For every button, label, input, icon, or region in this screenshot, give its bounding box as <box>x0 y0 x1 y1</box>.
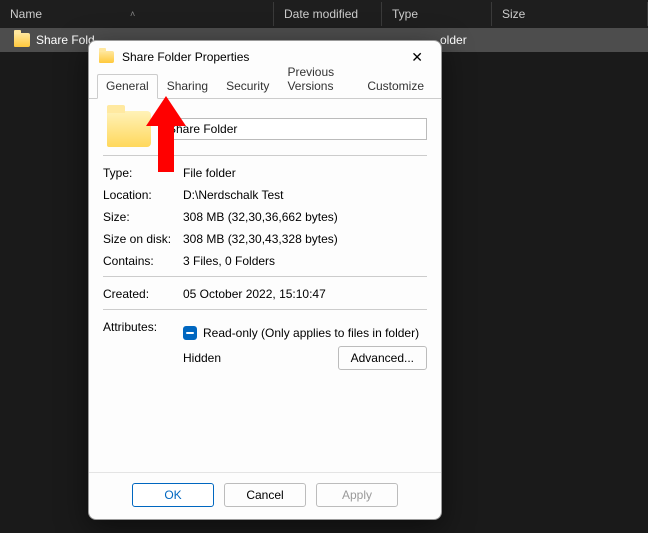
column-date[interactable]: Date modified <box>274 2 382 26</box>
value-location: D:\Nerdschalk Test <box>183 188 427 202</box>
sort-caret-icon: ˄ <box>130 9 135 19</box>
label-contains: Contains: <box>103 254 183 268</box>
column-size-label: Size <box>502 7 525 21</box>
folder-icon <box>99 51 114 63</box>
properties-dialog: Share Folder Properties ✕ General Sharin… <box>88 40 442 520</box>
folder-icon-large <box>107 111 151 147</box>
column-name-label: Name <box>10 7 42 21</box>
hidden-label: Hidden <box>183 351 221 365</box>
readonly-label: Read-only (Only applies to files in fold… <box>203 326 419 340</box>
tab-sharing[interactable]: Sharing <box>158 74 217 99</box>
cancel-button[interactable]: Cancel <box>224 483 306 507</box>
tab-previous-versions[interactable]: Previous Versions <box>278 60 358 99</box>
folder-icon <box>14 33 30 47</box>
label-size: Size: <box>103 210 183 224</box>
column-size[interactable]: Size <box>492 2 648 26</box>
divider <box>103 155 427 156</box>
readonly-checkbox[interactable] <box>183 326 197 340</box>
column-type-label: Type <box>392 7 418 21</box>
explorer-columns-header: Name ˄ Date modified Type Size <box>0 0 648 28</box>
label-type: Type: <box>103 166 183 180</box>
divider <box>103 309 427 310</box>
column-date-label: Date modified <box>284 7 358 21</box>
column-name[interactable]: Name ˄ <box>0 2 274 26</box>
file-row-type: older <box>440 33 467 47</box>
value-size: 308 MB (32,30,36,662 bytes) <box>183 210 427 224</box>
label-size-on-disk: Size on disk: <box>103 232 183 246</box>
label-created: Created: <box>103 287 183 301</box>
value-created: 05 October 2022, 15:10:47 <box>183 287 427 301</box>
value-size-on-disk: 308 MB (32,30,43,328 bytes) <box>183 232 427 246</box>
dialog-button-bar: OK Cancel Apply <box>89 472 441 519</box>
value-type: File folder <box>183 166 427 180</box>
label-attributes: Attributes: <box>103 320 183 334</box>
tab-security[interactable]: Security <box>217 74 278 99</box>
tab-general[interactable]: General <box>97 74 158 99</box>
tab-customize[interactable]: Customize <box>358 74 433 99</box>
divider <box>103 276 427 277</box>
general-panel: Type:File folder Location:D:\Nerdschalk … <box>89 99 441 472</box>
ok-button[interactable]: OK <box>132 483 214 507</box>
column-type[interactable]: Type <box>382 2 492 26</box>
tab-strip: General Sharing Security Previous Versio… <box>89 73 441 99</box>
advanced-button[interactable]: Advanced... <box>338 346 427 370</box>
dialog-title: Share Folder Properties <box>122 50 403 64</box>
label-location: Location: <box>103 188 183 202</box>
apply-button[interactable]: Apply <box>316 483 398 507</box>
file-row-name: Share Fold <box>36 33 95 47</box>
close-button[interactable]: ✕ <box>403 45 431 70</box>
value-contains: 3 Files, 0 Folders <box>183 254 427 268</box>
title-bar: Share Folder Properties ✕ <box>89 41 441 73</box>
folder-name-input[interactable] <box>161 118 427 140</box>
